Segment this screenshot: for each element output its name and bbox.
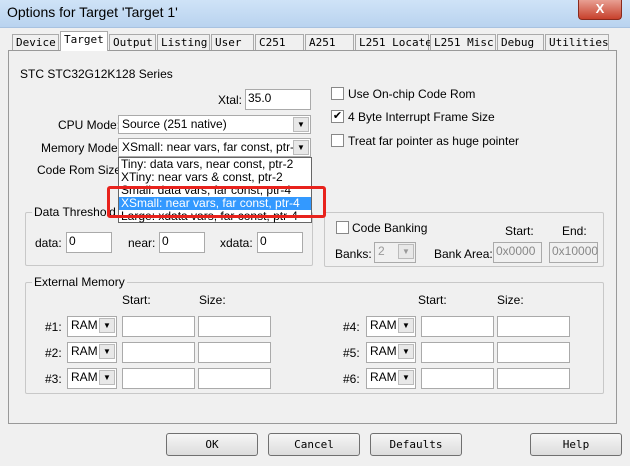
near-threshold-input[interactable]: 0 xyxy=(159,232,205,253)
far-pointer-huge-label: Treat far pointer as huge pointer xyxy=(348,134,519,148)
banks-label: Banks: xyxy=(335,247,372,261)
memory-model-label: Memory Model: xyxy=(41,141,124,155)
ext-row-label: #1: xyxy=(45,320,62,334)
ext-mem-type-value: RAM xyxy=(71,370,98,384)
ext-start-label-left: Start: xyxy=(122,293,151,307)
bank-end-label: End: xyxy=(562,224,587,238)
ext-start-input[interactable] xyxy=(122,368,195,389)
tab-8[interactable]: L251 Misc xyxy=(430,34,496,51)
banks-select[interactable]: 2 ▼ xyxy=(374,242,416,263)
device-series: STC STC32G12K128 Series xyxy=(20,67,173,81)
near-label: near: xyxy=(128,236,156,250)
chevron-down-icon: ▼ xyxy=(398,318,414,333)
ext-row-label: #5: xyxy=(343,346,360,360)
data-threshold-input[interactable]: 0 xyxy=(66,232,112,253)
memory-model-select[interactable]: XSmall: near vars, far const, ptr-4 ▼ xyxy=(118,138,311,157)
ok-button[interactable]: OK xyxy=(166,433,258,456)
data-label: data: xyxy=(35,236,62,250)
help-button[interactable]: Help xyxy=(530,433,622,456)
ext-size-input[interactable] xyxy=(497,368,570,389)
chevron-down-icon: ▼ xyxy=(99,344,115,359)
banks-value: 2 xyxy=(378,244,385,258)
use-onchip-rom-checkbox[interactable] xyxy=(331,87,344,100)
ext-mem-type-value: RAM xyxy=(71,318,98,332)
chevron-down-icon: ▼ xyxy=(293,117,309,132)
ext-mem-type-select[interactable]: RAM ▼ xyxy=(67,368,117,389)
ext-mem-type-select[interactable]: RAM ▼ xyxy=(67,316,117,337)
bank-start-input[interactable]: 0x0000 xyxy=(493,242,542,263)
close-button[interactable]: X xyxy=(578,0,622,20)
highlight-annotation xyxy=(107,186,326,218)
ext-size-input[interactable] xyxy=(497,316,570,337)
tab-3[interactable]: Listing xyxy=(157,34,210,51)
chevron-down-icon: ▼ xyxy=(398,370,414,385)
tab-4[interactable]: User xyxy=(211,34,254,51)
ext-start-input[interactable] xyxy=(421,342,494,363)
memory-model-value: XSmall: near vars, far const, ptr-4 xyxy=(122,140,301,154)
ext-mem-type-select[interactable]: RAM ▼ xyxy=(366,342,416,363)
tab-2[interactable]: Output xyxy=(109,34,156,51)
bank-start-label: Start: xyxy=(505,224,534,238)
tab-5[interactable]: C251 xyxy=(255,34,304,51)
chevron-down-icon: ▼ xyxy=(99,318,115,333)
far-pointer-huge-checkbox[interactable] xyxy=(331,134,344,147)
ext-size-input[interactable] xyxy=(198,316,271,337)
ext-mem-type-value: RAM xyxy=(71,344,98,358)
ext-mem-type-value: RAM xyxy=(370,344,397,358)
xdata-threshold-input[interactable]: 0 xyxy=(257,232,303,253)
xtal-input[interactable]: 35.0 xyxy=(245,89,311,110)
code-banking-checkbox[interactable] xyxy=(336,221,349,234)
tab-1[interactable]: Target xyxy=(60,31,108,51)
code-banking-label: Code Banking xyxy=(352,221,428,235)
xdata-label: xdata: xyxy=(220,236,253,250)
cpu-mode-label: CPU Mode: xyxy=(58,118,121,132)
interrupt-frame-checkbox[interactable]: ✔ xyxy=(331,110,344,123)
tab-7[interactable]: L251 Locate xyxy=(355,34,432,51)
ext-row-label: #4: xyxy=(343,320,360,334)
ext-size-input[interactable] xyxy=(198,368,271,389)
ext-size-label-right: Size: xyxy=(497,293,524,307)
tab-10[interactable]: Utilities xyxy=(545,34,609,51)
chevron-down-icon: ▼ xyxy=(398,244,414,259)
defaults-button[interactable]: Defaults xyxy=(370,433,462,456)
ext-size-input[interactable] xyxy=(497,342,570,363)
ext-mem-type-select[interactable]: RAM ▼ xyxy=(67,342,117,363)
ext-row-label: #6: xyxy=(343,372,360,386)
cpu-mode-select[interactable]: Source (251 native) ▼ xyxy=(118,115,311,134)
ext-start-input[interactable] xyxy=(122,342,195,363)
ext-row-label: #3: xyxy=(45,372,62,386)
bank-end-input[interactable]: 0x10000 xyxy=(549,242,598,263)
ext-row-label: #2: xyxy=(45,346,62,360)
ext-start-input[interactable] xyxy=(421,368,494,389)
ext-size-input[interactable] xyxy=(198,342,271,363)
cpu-mode-value: Source (251 native) xyxy=(122,117,227,131)
ext-start-label-right: Start: xyxy=(418,293,447,307)
cancel-button[interactable]: Cancel xyxy=(268,433,360,456)
ext-mem-type-value: RAM xyxy=(370,370,397,384)
interrupt-frame-label: 4 Byte Interrupt Frame Size xyxy=(348,110,495,124)
ext-start-input[interactable] xyxy=(122,316,195,337)
chevron-down-icon: ▼ xyxy=(293,140,309,155)
tab-9[interactable]: Debug xyxy=(497,34,544,51)
tab-0[interactable]: Device xyxy=(12,34,59,51)
ext-mem-type-value: RAM xyxy=(370,318,397,332)
code-rom-size-label: Code Rom Size: xyxy=(37,163,125,177)
data-threshold-title: Data Threshold xyxy=(32,205,118,219)
window-title: Options for Target 'Target 1' xyxy=(7,4,178,20)
chevron-down-icon: ▼ xyxy=(398,344,414,359)
external-memory-title: External Memory xyxy=(32,275,127,289)
bank-area-label: Bank Area: xyxy=(434,247,493,261)
ext-mem-type-select[interactable]: RAM ▼ xyxy=(366,368,416,389)
tab-6[interactable]: A251 xyxy=(305,34,354,51)
ext-size-label-left: Size: xyxy=(199,293,226,307)
ext-mem-type-select[interactable]: RAM ▼ xyxy=(366,316,416,337)
ext-start-input[interactable] xyxy=(421,316,494,337)
use-onchip-rom-label: Use On-chip Code Rom xyxy=(348,87,476,101)
xtal-label: Xtal: xyxy=(218,93,243,107)
chevron-down-icon: ▼ xyxy=(99,370,115,385)
